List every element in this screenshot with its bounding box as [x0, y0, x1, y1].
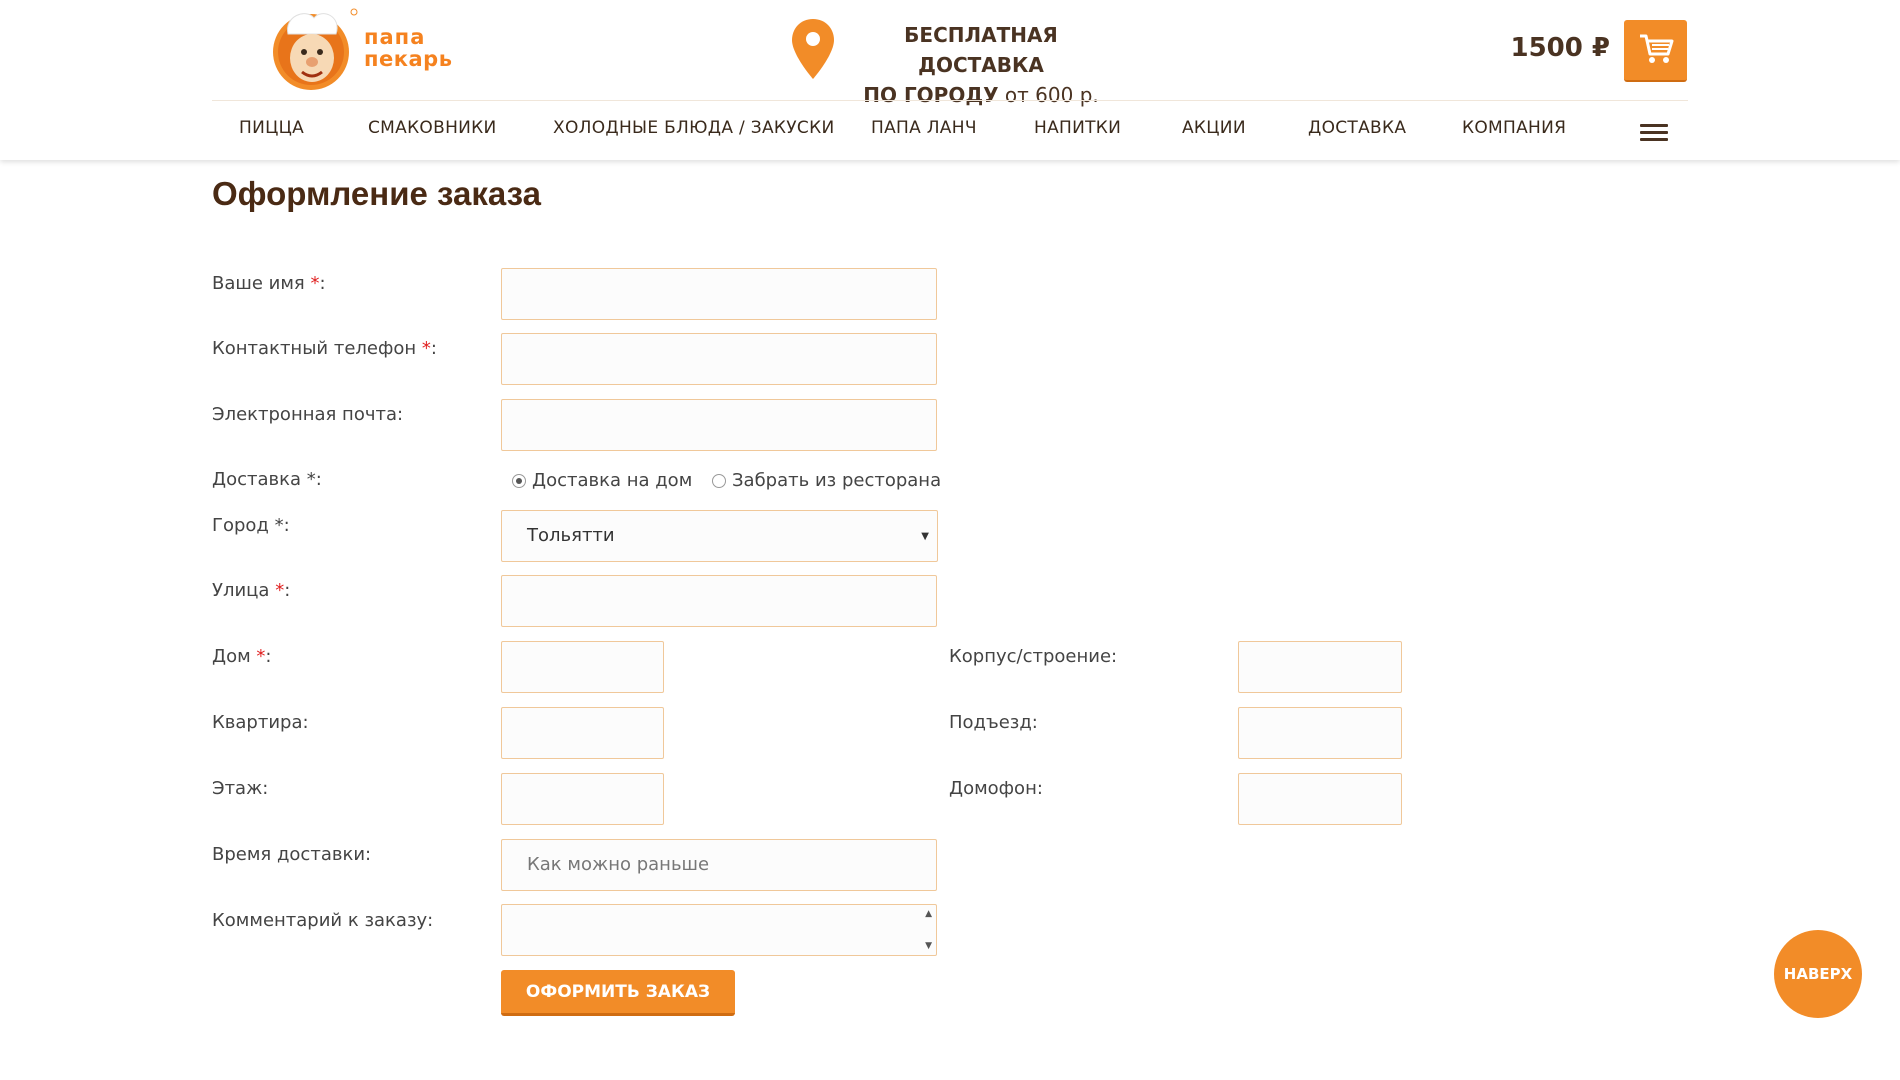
- free-delivery-info: БЕСПЛАТНАЯ ДОСТАВКА ПО ГОРОДУ от 600 р.: [846, 20, 1116, 110]
- nav-item-delivery[interactable]: ДОСТАВКА: [1308, 118, 1406, 138]
- apartment-label: Квартира:: [212, 712, 309, 733]
- scroll-down-icon[interactable]: ▼: [925, 941, 932, 951]
- nav-item-smakovniki[interactable]: СМАКОВНИКИ: [368, 118, 497, 138]
- nav-item-papa-lunch[interactable]: ПАПА ЛАНЧ: [871, 118, 977, 138]
- name-label: Ваше имя *:: [212, 273, 326, 294]
- delivery-label: Доставка *:: [212, 469, 322, 490]
- comment-textarea[interactable]: ▲ ▼: [501, 904, 937, 956]
- intercom-input[interactable]: [1238, 773, 1402, 825]
- main-nav: ПИЦЦА СМАКОВНИКИ ХОЛОДНЫЕ БЛЮДА / ЗАКУСК…: [212, 118, 1688, 148]
- comment-label: Комментарий к заказу:: [212, 910, 434, 931]
- radio-home-delivery-label[interactable]: Доставка на дом: [532, 470, 692, 491]
- phone-input[interactable]: [501, 333, 937, 385]
- floor-label: Этаж:: [212, 778, 269, 799]
- street-input[interactable]: [501, 575, 937, 627]
- cart-total: 1500 ₽: [1510, 33, 1610, 63]
- phone-label: Контактный телефон *:: [212, 338, 437, 359]
- cart-button[interactable]: [1624, 20, 1687, 82]
- delivery-line-1: БЕСПЛАТНАЯ ДОСТАВКА: [904, 23, 1058, 77]
- entrance-label: Подъезд:: [949, 712, 1038, 733]
- building-input[interactable]: [1238, 641, 1402, 693]
- house-input[interactable]: [501, 641, 664, 693]
- menu-burger-icon[interactable]: [1640, 124, 1668, 142]
- delivery-time-placeholder: Как можно раньше: [527, 854, 710, 875]
- nav-item-pizza[interactable]: ПИЦЦА: [239, 118, 304, 138]
- nav-item-cold-dishes[interactable]: ХОЛОДНЫЕ БЛЮДА / ЗАКУСКИ: [553, 118, 834, 138]
- location-pin-icon: [792, 19, 834, 79]
- intercom-label: Домофон:: [949, 778, 1043, 799]
- logo-line-2: пекарь: [364, 47, 453, 71]
- email-input[interactable]: [501, 399, 937, 451]
- entrance-input[interactable]: [1238, 707, 1402, 759]
- building-label: Корпус/строение:: [949, 646, 1118, 667]
- cart-icon: [1640, 34, 1674, 63]
- site-header: папа пекарь БЕСПЛАТНАЯ ДОСТАВКА ПО ГОРОД…: [0, 0, 1900, 160]
- delivery-line-2-rest: от 600 р.: [998, 83, 1099, 107]
- street-label: Улица *:: [212, 580, 291, 601]
- chevron-down-icon: ▼: [921, 531, 929, 542]
- header-divider: [212, 100, 1688, 101]
- city-select-value: Тольятти: [527, 525, 615, 546]
- nav-item-promotions[interactable]: АКЦИИ: [1182, 118, 1246, 138]
- delivery-time-input[interactable]: Как можно раньше: [501, 839, 937, 891]
- back-to-top-button[interactable]: НАВЕРХ: [1774, 930, 1862, 1018]
- nav-item-drinks[interactable]: НАПИТКИ: [1034, 118, 1121, 138]
- logo-line-1: папа: [364, 25, 426, 49]
- submit-order-button[interactable]: ОФОРМИТЬ ЗАКАЗ: [501, 970, 735, 1016]
- email-label: Электронная почта:: [212, 404, 404, 425]
- nav-item-company[interactable]: КОМПАНИЯ: [1462, 118, 1566, 138]
- name-input[interactable]: [501, 268, 937, 320]
- delivery-time-label: Время доставки:: [212, 844, 372, 865]
- logo-text[interactable]: папа пекарь: [364, 26, 453, 70]
- city-select[interactable]: Тольятти ▼: [501, 510, 938, 562]
- radio-pickup-label[interactable]: Забрать из ресторана: [732, 470, 941, 491]
- floor-input[interactable]: [501, 773, 664, 825]
- page-title: Оформление заказа: [212, 175, 541, 212]
- delivery-options: Доставка на дом Забрать из ресторана: [512, 470, 955, 491]
- scroll-up-icon[interactable]: ▲: [925, 909, 932, 919]
- radio-home-delivery[interactable]: [512, 474, 526, 488]
- radio-pickup[interactable]: [712, 474, 727, 488]
- apartment-input[interactable]: [501, 707, 664, 759]
- house-label: Дом *:: [212, 646, 272, 667]
- city-label: Город *:: [212, 515, 290, 536]
- delivery-line-2-bold: ПО ГОРОДУ: [863, 83, 999, 107]
